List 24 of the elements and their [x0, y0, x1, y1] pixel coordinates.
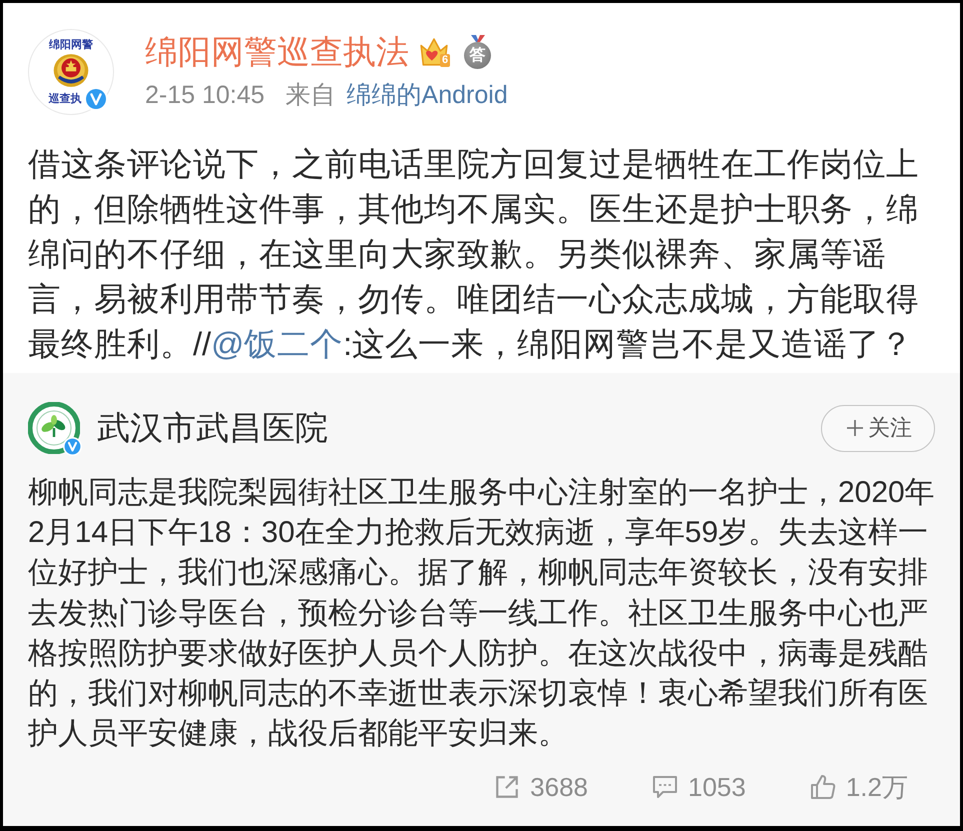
repost-icon: [494, 774, 520, 800]
comment-icon: [652, 774, 678, 800]
like-button[interactable]: 1.2万: [810, 769, 908, 806]
avatar-caption: 巡查执: [48, 92, 82, 106]
police-emblem-icon: [52, 53, 90, 88]
post-time: 2-15 10:45: [145, 80, 265, 111]
author-name[interactable]: 绵阳网警巡查执法: [145, 31, 409, 73]
medal-badge: 答: [464, 42, 492, 69]
mention-link[interactable]: @饭二个: [211, 326, 344, 362]
vip-level-tag: 6: [440, 54, 450, 67]
source-label: 来自: [286, 80, 336, 111]
quoted-post-text: 柳帆同志是我院梨园街社区卫生服务中心注射室的一名护士，2020年2月14日下午18：30在全力抢救后无效病逝，享年59岁。失去这样一位好护士，我们也深感痛心。据了解，柳帆同志年资较长，没有安排去发热门诊导医台，预检分诊台等一线工作。社区卫生服务中心也严格按照防护要求做好医护人员个人防护。在这次战役中，病毒是残酷的，我们对柳帆同志的不幸逝世表示深切哀悼！衷心希望我们所有医护人员平安健康，战役后都能平安归来。: [28, 475, 936, 752]
source-link[interactable]: 绵绵的Android: [346, 79, 508, 111]
avatar-logo[interactable]: [28, 402, 80, 454]
author-name[interactable]: 武汉市武昌医院: [97, 407, 821, 449]
avatar-caption: 绵阳网警: [49, 39, 93, 52]
thumbs-up-icon: [810, 774, 836, 800]
avatar[interactable]: 绵阳网警 巡查执: [28, 29, 114, 115]
comment-button[interactable]: 1053: [652, 769, 746, 806]
follow-button[interactable]: 关注: [821, 404, 935, 452]
post-text: 借这条评论说下，之前电话里院方回复过是牺牲在工作岗位上的，但除牺牲这件事，其他均不属实。医生还是护士职务，绵绵问的不仔细，在这里向大家致歉。另类似裸奔、家属等谣言，易被利用带节奏，勿传。唯团结一心众志成城，方能取得最终胜利。//@饭二个:这么一来，绵阳网警岂不是又造谣了？: [28, 145, 920, 364]
repost-button[interactable]: 3688: [494, 769, 588, 806]
ribbon-icon: [470, 35, 485, 42]
plus-icon: [846, 419, 864, 437]
